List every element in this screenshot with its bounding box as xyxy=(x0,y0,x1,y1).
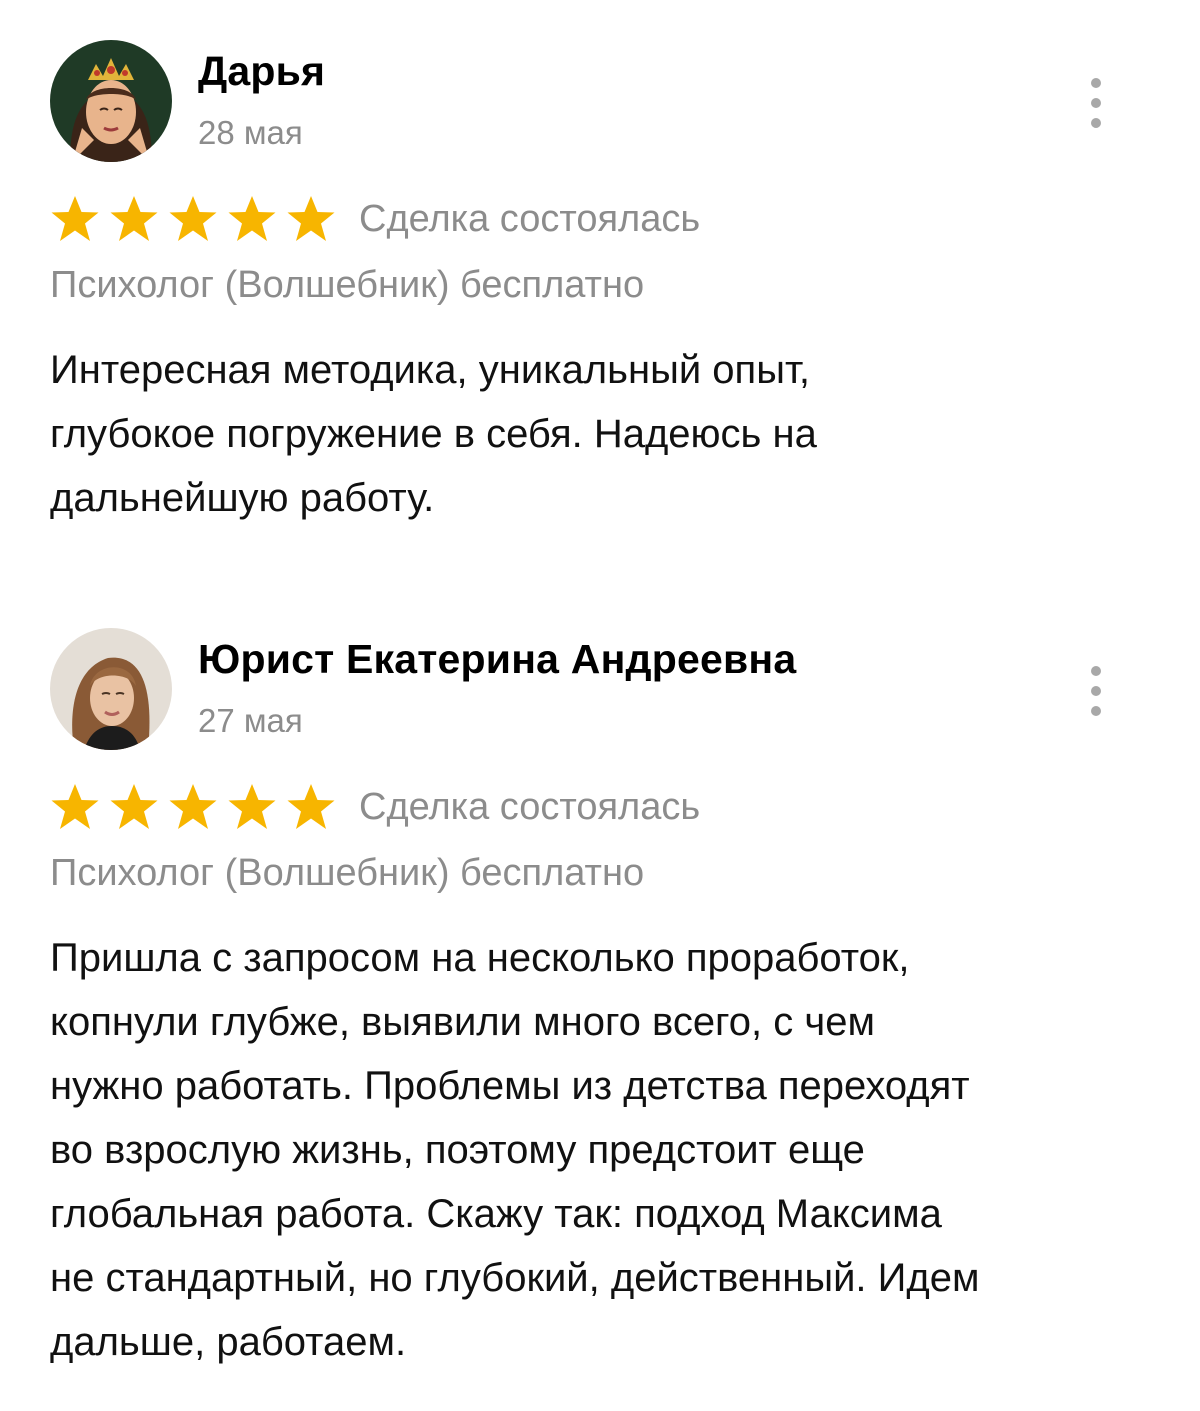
star-rating xyxy=(50,783,345,831)
star-icon xyxy=(169,196,217,241)
avatar-photo xyxy=(50,628,172,750)
review-text-line: дальше, работаем. xyxy=(50,1320,407,1364)
deal-status: Сделка состоялась xyxy=(359,197,701,240)
author-avatar[interactable] xyxy=(50,628,172,750)
review-text-line: копнули глубже, выявили много всего, с ч… xyxy=(50,1000,875,1044)
review-text-line: дальнейшую работу. xyxy=(50,476,435,520)
star-icon xyxy=(110,196,158,241)
menu-dot xyxy=(1091,98,1101,108)
author-name[interactable]: Юрист Екатерина Андреевна xyxy=(198,636,796,683)
star-icon xyxy=(169,784,217,829)
deal-status: Сделка состоялась xyxy=(359,785,701,828)
menu-dot xyxy=(1091,78,1101,88)
avatar-crown-illustration xyxy=(50,40,172,162)
review-text-line: глубокое погружение в себя. Надеюсь на xyxy=(50,412,817,456)
menu-dot xyxy=(1091,706,1101,716)
review-text: Интересная методика, уникальный опыт, гл… xyxy=(50,338,1160,530)
author-name[interactable]: Дарья xyxy=(198,48,325,95)
rating-row: Сделка состоялась xyxy=(50,782,700,832)
star-icon xyxy=(110,784,158,829)
review-text-line: во взрослую жизнь, поэтому предстоит еще xyxy=(50,1128,865,1172)
review-date: 28 мая xyxy=(198,114,303,151)
service-name: Психолог (Волшебник) бесплатно xyxy=(50,264,645,306)
menu-dot xyxy=(1091,686,1101,696)
review-text-line: нужно работать. Проблемы из детства пере… xyxy=(50,1064,970,1108)
star-icon xyxy=(287,196,335,241)
star-rating xyxy=(50,195,345,243)
star-icon xyxy=(228,196,276,241)
author-avatar[interactable] xyxy=(50,40,172,162)
review-date: 27 мая xyxy=(198,702,303,739)
menu-dot xyxy=(1091,118,1101,128)
review-text: Пришла с запросом на несколько проработо… xyxy=(50,926,1160,1374)
star-icon xyxy=(287,784,335,829)
review-text-line: Интересная методика, уникальный опыт, xyxy=(50,348,810,392)
review-text-line: не стандартный, но глубокий, действенный… xyxy=(50,1256,980,1300)
review-text-line: глобальная работа. Скажу так: подход Мак… xyxy=(50,1192,942,1236)
star-icon xyxy=(51,196,99,241)
review-text-line: Пришла с запросом на несколько проработо… xyxy=(50,936,910,980)
service-name: Психолог (Волшебник) бесплатно xyxy=(50,852,645,894)
menu-dot xyxy=(1091,666,1101,676)
more-vertical-icon[interactable] xyxy=(1080,78,1112,128)
star-icon xyxy=(51,784,99,829)
more-vertical-icon[interactable] xyxy=(1080,666,1112,716)
star-icon xyxy=(228,784,276,829)
rating-row: Сделка состоялась xyxy=(50,194,700,244)
